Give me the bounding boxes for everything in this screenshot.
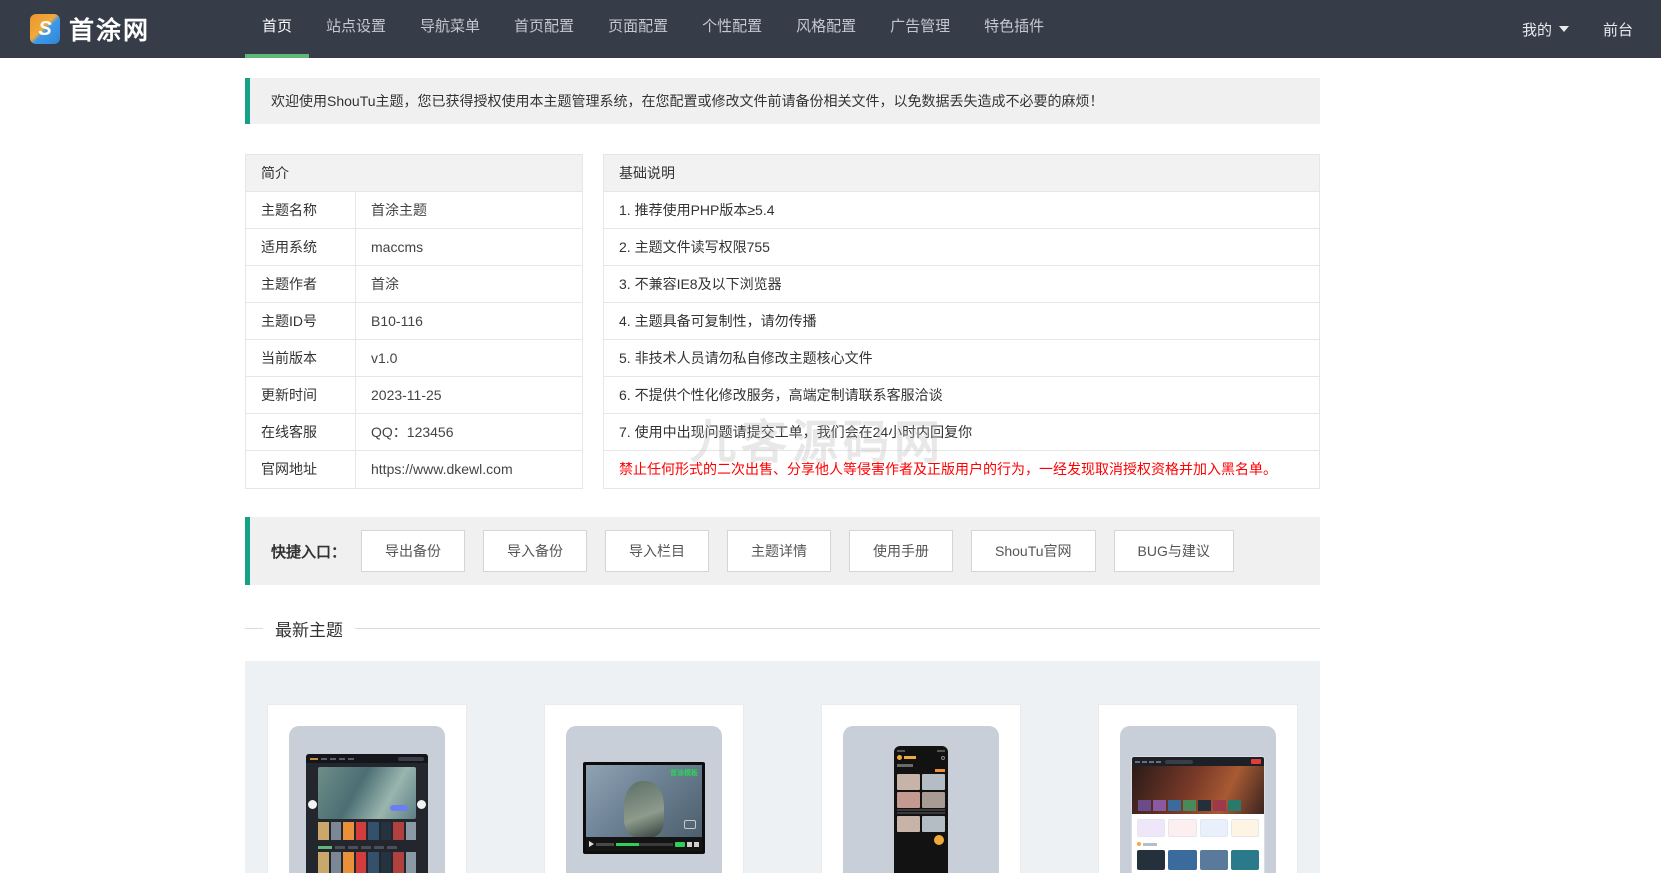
latest-themes-section: 首涂模板 (245, 661, 1320, 873)
instruction-item: 1. 推荐使用PHP版本≥5.4 (604, 192, 1319, 229)
instruction-item: 4. 主题具备可复制性，请勿传播 (604, 303, 1319, 340)
system-value: maccms (356, 229, 423, 265)
nav-item-ad-management[interactable]: 广告管理 (873, 0, 967, 58)
user-menu-label: 我的 (1522, 19, 1552, 40)
table-row: 当前版本 v1.0 (246, 340, 582, 377)
version-value: v1.0 (356, 340, 397, 376)
table-row: 主题作者 首涂 (246, 266, 582, 303)
table-row: 官网地址 https://www.dkewl.com (246, 451, 582, 488)
table-row: 适用系统 maccms (246, 229, 582, 266)
export-backup-button[interactable]: 导出备份 (361, 530, 465, 572)
top-navbar: S 首涂网 首页 站点设置 导航菜单 首页配置 页面配置 个性配置 风格配置 广… (0, 0, 1661, 58)
nav-item-home-config[interactable]: 首页配置 (497, 0, 591, 58)
play-button-icon (684, 820, 696, 829)
player-brand-label: 首涂模板 (670, 768, 698, 778)
quick-entry-bar: 快捷入口： 导出备份 导入备份 导入栏目 主题详情 使用手册 ShouTu官网 … (245, 517, 1320, 585)
update-time-value: 2023-11-25 (356, 377, 442, 413)
theme-thumbnail: 首涂模板 (566, 726, 722, 873)
theme-thumbnail (843, 726, 999, 873)
table-row: 主题ID号 B10-116 (246, 303, 582, 340)
play-icon (589, 841, 594, 847)
logo-text: 首涂网 (69, 11, 150, 47)
instructions-table: 基础说明 1. 推荐使用PHP版本≥5.4 2. 主题文件读写权限755 3. … (603, 154, 1320, 489)
instruction-item: 7. 使用中出现问题请提交工单，我们会在24小时内回复你 (604, 414, 1319, 451)
instruction-item: 2. 主题文件读写权限755 (604, 229, 1319, 266)
chevron-down-icon (1559, 26, 1569, 32)
table-row: 更新时间 2023-11-25 (246, 377, 582, 414)
theme-detail-button[interactable]: 主题详情 (727, 530, 831, 572)
instruction-item: 3. 不兼容IE8及以下浏览器 (604, 266, 1319, 303)
theme-thumbnail (1120, 726, 1276, 873)
intro-table-title: 简介 (246, 155, 582, 192)
author-value: 首涂 (356, 266, 399, 302)
nav-item-style-config[interactable]: 风格配置 (779, 0, 873, 58)
latest-themes-divider: 最新主题 (245, 616, 1320, 641)
theme-card-mobile[interactable] (821, 704, 1021, 873)
frontend-link[interactable]: 前台 (1603, 19, 1633, 40)
instruction-item: 6. 不提供个性化修改服务，高端定制请联系客服洽谈 (604, 377, 1319, 414)
nav-item-home[interactable]: 首页 (245, 0, 309, 58)
theme-name-value: 首涂主题 (356, 192, 427, 228)
instruction-item: 5. 非技术人员请勿私自修改主题核心文件 (604, 340, 1319, 377)
theme-card-desktop-dark[interactable] (267, 704, 467, 873)
site-logo[interactable]: S 首涂网 (30, 0, 150, 58)
warning-text: 禁止任何形式的二次出售、分享他人等侵害作者及正版用户的行为，一经发现取消授权资格… (604, 451, 1319, 488)
nav-item-featured-plugins[interactable]: 特色插件 (967, 0, 1061, 58)
theme-id-value: B10-116 (356, 303, 423, 339)
import-category-button[interactable]: 导入栏目 (605, 530, 709, 572)
player-preview-image: 首涂模板 (583, 762, 705, 854)
section-title: 最新主题 (275, 616, 343, 641)
main-nav: 首页 站点设置 导航菜单 首页配置 页面配置 个性配置 风格配置 广告管理 特色… (245, 0, 1661, 58)
quick-entry-label: 快捷入口： (271, 541, 346, 562)
theme-card-player[interactable]: 首涂模板 (544, 704, 744, 873)
theme-card-desktop-light[interactable] (1098, 704, 1298, 873)
intro-table: 简介 主题名称 首涂主题 适用系统 maccms 主题作者 首涂 主题ID号 B… (245, 154, 583, 489)
bug-suggest-button[interactable]: BUG与建议 (1114, 530, 1234, 572)
desktop-light-preview-image (1131, 756, 1265, 873)
manual-button[interactable]: 使用手册 (849, 530, 953, 572)
nav-item-page-config[interactable]: 页面配置 (591, 0, 685, 58)
instructions-table-title: 基础说明 (604, 155, 1319, 192)
desktop-dark-preview-image (306, 754, 428, 873)
website-url: https://www.dkewl.com (356, 451, 513, 488)
nav-item-site-settings[interactable]: 站点设置 (309, 0, 403, 58)
table-row: 主题名称 首涂主题 (246, 192, 582, 229)
table-row: 在线客服 QQ：123456 (246, 414, 582, 451)
nav-item-nav-menu[interactable]: 导航菜单 (403, 0, 497, 58)
mobile-preview-image (894, 746, 948, 873)
logo-icon: S (30, 14, 60, 44)
official-site-button[interactable]: ShouTu官网 (971, 530, 1096, 572)
support-qq-value: QQ：123456 (356, 414, 454, 450)
user-menu[interactable]: 我的 (1522, 19, 1569, 40)
welcome-banner: 欢迎使用ShouTu主题，您已获得授权使用本主题管理系统，在您配置或修改文件前请… (245, 78, 1320, 124)
import-backup-button[interactable]: 导入备份 (483, 530, 587, 572)
nav-item-personal-config[interactable]: 个性配置 (685, 0, 779, 58)
theme-thumbnail (289, 726, 445, 873)
